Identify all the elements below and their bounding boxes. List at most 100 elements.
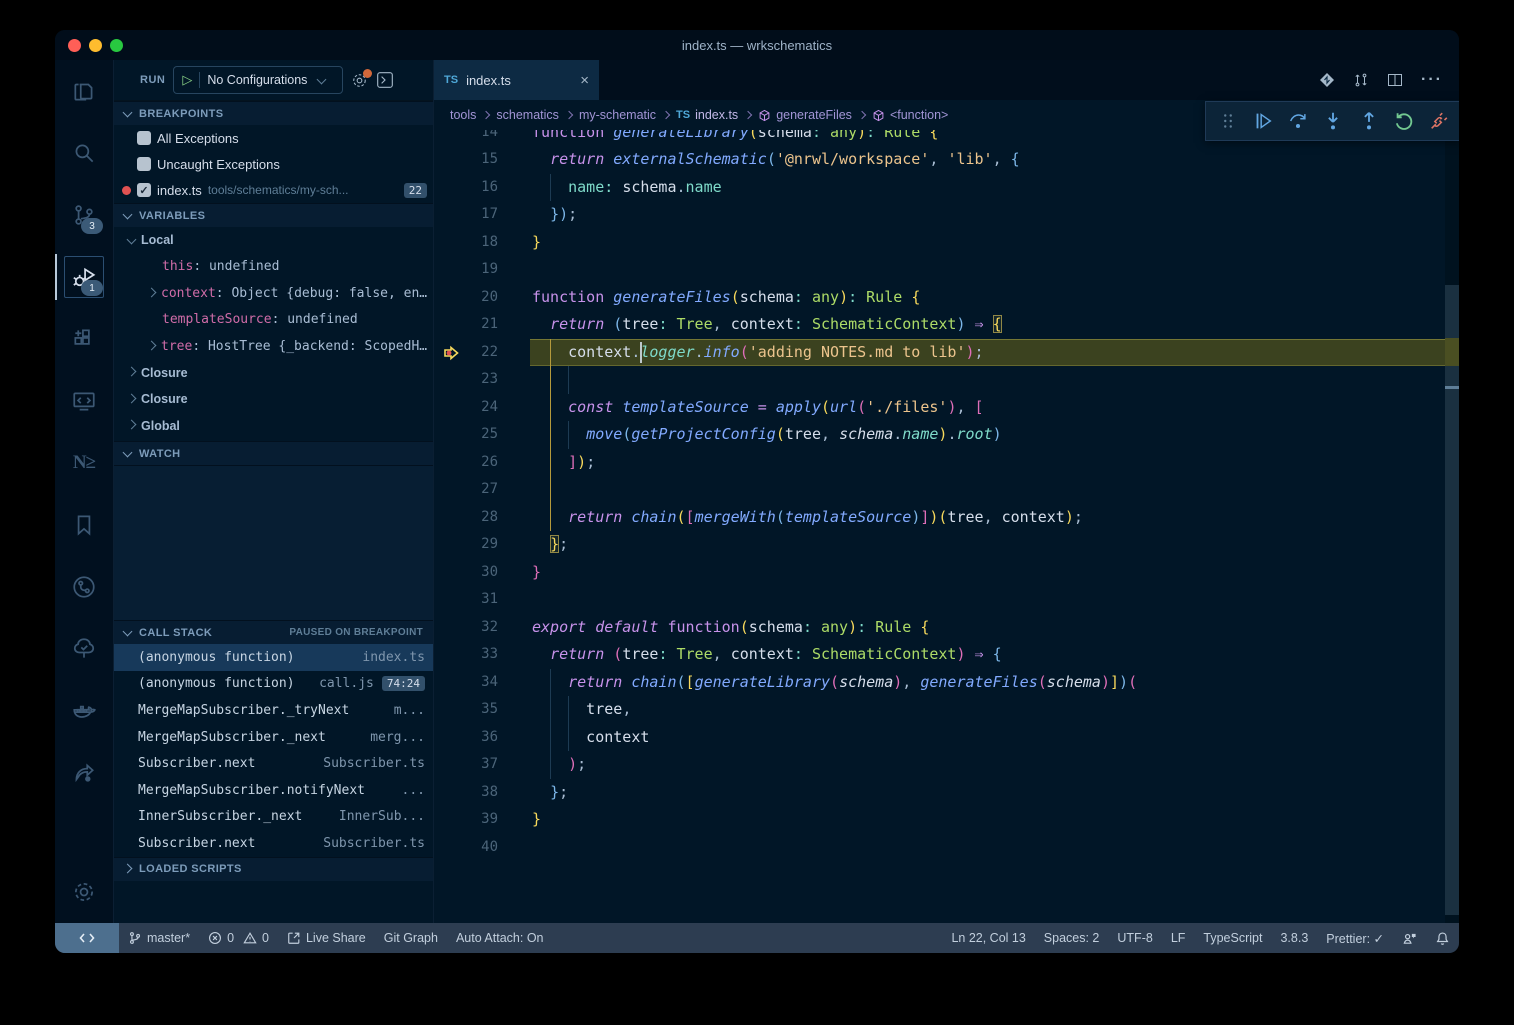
step-out-button[interactable]: [1354, 106, 1384, 136]
close-tab-icon[interactable]: ×: [580, 72, 589, 89]
breadcrumb-item[interactable]: tools: [450, 108, 476, 122]
code-line-18[interactable]: 18}: [434, 229, 1459, 257]
status-item-master[interactable]: master*: [119, 923, 199, 953]
activity-bar-item-test-explorer[interactable]: [55, 618, 113, 680]
status-item-feedback[interactable]: [1393, 923, 1426, 953]
status-item-auto-attach-on[interactable]: Auto Attach: On: [447, 923, 553, 953]
breakpoint-checkbox[interactable]: ✓: [137, 183, 151, 197]
activity-bar-item-search[interactable]: [55, 122, 113, 184]
breadcrumb-item[interactable]: TSindex.ts: [676, 108, 738, 122]
prettier-diamond-icon[interactable]: [1319, 72, 1335, 88]
code-line-31[interactable]: 31: [434, 586, 1459, 614]
variable-row[interactable]: context: Object {debug: false, en…: [114, 280, 433, 307]
code-line-35[interactable]: 35 tree,: [434, 696, 1459, 724]
code-line-26[interactable]: 26 ]);: [434, 449, 1459, 477]
status-item-remote[interactable]: [55, 923, 119, 953]
code-editor[interactable]: 14function generateLibrary(schema: any):…: [434, 130, 1459, 923]
status-item-0-0[interactable]: 00: [199, 923, 278, 953]
call-stack-frame[interactable]: MergeMapSubscriber._tryNextm...: [114, 697, 433, 724]
watch-section-header[interactable]: WATCH: [114, 441, 433, 465]
debug-console-icon[interactable]: [376, 71, 394, 89]
breadcrumb-item[interactable]: my-schematic: [579, 108, 656, 122]
overview-ruler[interactable]: [1445, 130, 1459, 923]
breadcrumb-item[interactable]: generateFiles: [758, 108, 852, 122]
call-stack-frame[interactable]: MergeMapSubscriber._nextmerg...: [114, 724, 433, 751]
activity-bar-item-run-debug[interactable]: 1: [55, 246, 113, 308]
gripper-button[interactable]: [1213, 106, 1243, 136]
loaded-scripts-section-header[interactable]: LOADED SCRIPTS: [114, 857, 433, 881]
variables-section-header[interactable]: VARIABLES: [114, 203, 433, 227]
call-stack-frame[interactable]: InnerSubscriber._nextInnerSub...: [114, 804, 433, 831]
activity-bar-item-remote-explorer[interactable]: [55, 370, 113, 432]
continue-button[interactable]: [1248, 106, 1278, 136]
start-debug-icon[interactable]: ▷: [182, 72, 192, 88]
variable-scope-row[interactable]: Global: [114, 413, 433, 440]
call-stack-frame[interactable]: Subscriber.nextSubscriber.ts: [114, 830, 433, 857]
call-stack-section-header[interactable]: CALL STACK PAUSED ON BREAKPOINT: [114, 620, 433, 644]
call-stack-frame[interactable]: (anonymous function)index.ts: [114, 644, 433, 671]
code-line-27[interactable]: 27: [434, 476, 1459, 504]
code-line-20[interactable]: 20function generateFiles(schema: any): R…: [434, 284, 1459, 312]
restart-button[interactable]: [1389, 106, 1419, 136]
activity-bar-item-bookmarks[interactable]: [55, 494, 113, 556]
code-line-33[interactable]: 33 return (tree: Tree, context: Schemati…: [434, 641, 1459, 669]
more-actions-icon[interactable]: ···: [1421, 71, 1443, 89]
status-item-3-8-3[interactable]: 3.8.3: [1271, 923, 1317, 953]
activity-bar-item-extensions[interactable]: [55, 308, 113, 370]
status-item-typescript[interactable]: TypeScript: [1194, 923, 1271, 953]
status-item-bell[interactable]: [1426, 923, 1459, 953]
breadcrumb-item[interactable]: <function>: [872, 108, 948, 122]
code-line-29[interactable]: 29 };: [434, 531, 1459, 559]
call-stack-frame[interactable]: Subscriber.nextSubscriber.ts: [114, 750, 433, 777]
code-line-17[interactable]: 17 });: [434, 201, 1459, 229]
code-line-21[interactable]: 21 return (tree: Tree, context: Schemati…: [434, 311, 1459, 339]
code-line-38[interactable]: 38 };: [434, 779, 1459, 807]
status-item-ln-22-col-13[interactable]: Ln 22, Col 13: [942, 923, 1034, 953]
variable-row[interactable]: this: undefined: [114, 254, 433, 281]
variable-scope-row[interactable]: Closure: [114, 386, 433, 413]
step-over-button[interactable]: [1283, 106, 1313, 136]
breakpoint-row[interactable]: All Exceptions: [114, 125, 433, 151]
call-stack-frame[interactable]: MergeMapSubscriber.notifyNext...: [114, 777, 433, 804]
breakpoint-checkbox[interactable]: [137, 131, 151, 145]
code-line-24[interactable]: 24 const templateSource = apply(url('./f…: [434, 394, 1459, 422]
variable-scope-row[interactable]: Local: [114, 227, 433, 254]
breakpoint-row[interactable]: ✓index.tstools/schematics/my-sch...22: [114, 177, 433, 203]
activity-bar-item-project-share[interactable]: [55, 742, 113, 804]
activity-bar-item-source-control[interactable]: 3: [55, 184, 113, 246]
code-line-16[interactable]: 16 name: schema.name: [434, 174, 1459, 202]
status-item-utf-8[interactable]: UTF-8: [1108, 923, 1161, 953]
variable-row[interactable]: tree: HostTree {_backend: ScopedH…: [114, 333, 433, 360]
launch-configuration-dropdown[interactable]: ▷ No Configurations: [173, 66, 343, 94]
activity-bar-item-docker[interactable]: [55, 680, 113, 742]
code-line-15[interactable]: 15 return externalSchematic('@nrwl/works…: [434, 146, 1459, 174]
code-line-39[interactable]: 39}: [434, 806, 1459, 834]
call-stack-frame[interactable]: (anonymous function)call.js74:24: [114, 671, 433, 698]
code-line-37[interactable]: 37 );: [434, 751, 1459, 779]
disconnect-button[interactable]: [1424, 106, 1454, 136]
variable-scope-row[interactable]: Closure: [114, 360, 433, 387]
code-line-25[interactable]: 25 move(getProjectConfig(tree, schema.na…: [434, 421, 1459, 449]
code-line-28[interactable]: 28 return chain([mergeWith(templateSourc…: [434, 504, 1459, 532]
status-item-prettier[interactable]: Prettier: ✓: [1317, 923, 1393, 953]
breakpoint-row[interactable]: Uncaught Exceptions: [114, 151, 433, 177]
activity-bar-item-settings[interactable]: [55, 861, 113, 923]
code-line-30[interactable]: 30}: [434, 559, 1459, 587]
code-line-40[interactable]: 40: [434, 834, 1459, 862]
activity-bar-item-nx-console[interactable]: N≥: [55, 432, 113, 494]
code-line-19[interactable]: 19: [434, 256, 1459, 284]
breakpoints-section-header[interactable]: BREAKPOINTS: [114, 101, 433, 125]
code-line-34[interactable]: 34 return chain([generateLibrary(schema)…: [434, 669, 1459, 697]
code-line-22[interactable]: 22 context.logger.info('adding NOTES.md …: [434, 339, 1459, 367]
split-editor-icon[interactable]: [1387, 72, 1403, 88]
activity-bar-item-explorer[interactable]: [55, 60, 113, 122]
breakpoint-checkbox[interactable]: [137, 157, 151, 171]
code-line-23[interactable]: 23: [434, 366, 1459, 394]
status-item-git-graph[interactable]: Git Graph: [375, 923, 447, 953]
tab-index-ts[interactable]: TS index.ts ×: [434, 60, 599, 100]
status-item-lf[interactable]: LF: [1162, 923, 1195, 953]
status-item-live-share[interactable]: Live Share: [278, 923, 375, 953]
scrollbar-thumb[interactable]: [1445, 285, 1459, 915]
step-into-button[interactable]: [1318, 106, 1348, 136]
code-line-36[interactable]: 36 context: [434, 724, 1459, 752]
